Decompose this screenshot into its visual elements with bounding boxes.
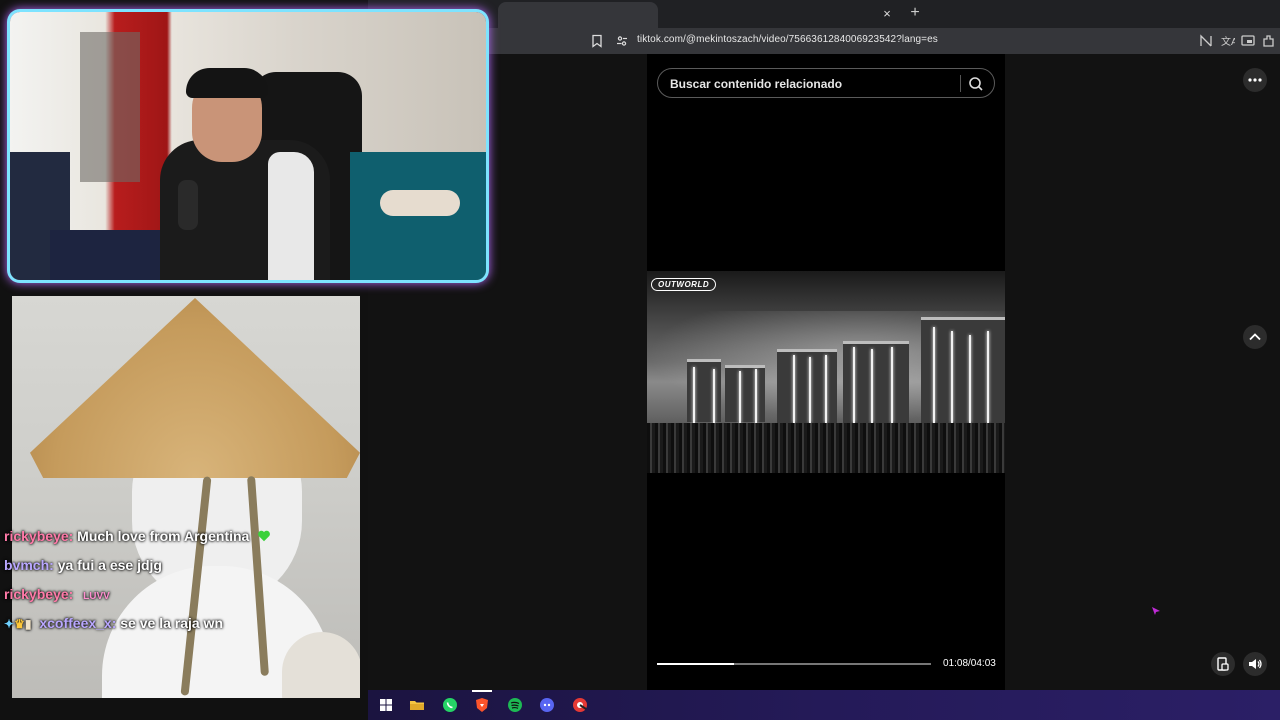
chat-text: Much love from Argentina <box>77 528 250 544</box>
green-heart-icon <box>258 530 271 542</box>
browser-window: × + tiktok.com/@mekintoszach/video/75663… <box>368 0 1280 690</box>
chat-message: rickybeye: LUVV <box>4 582 344 611</box>
luvv-emote-icon: LUVV <box>83 591 110 602</box>
address-bar: tiktok.com/@mekintoszach/video/756636128… <box>368 28 1280 54</box>
light-beam <box>693 367 695 423</box>
light-beam <box>969 335 971 423</box>
light-beam <box>853 347 855 423</box>
chrome-alt-icon[interactable] <box>570 695 590 715</box>
sword-badge-icon: ✦ <box>4 617 15 631</box>
light-beam <box>891 347 893 423</box>
streamer-hair <box>186 68 268 98</box>
light-beam <box>825 355 827 423</box>
tab-bar: × + <box>368 0 1280 28</box>
light-beam <box>713 369 715 423</box>
bed <box>350 152 486 280</box>
stage-tower <box>777 349 837 424</box>
light-beam <box>809 357 811 423</box>
light-beam <box>739 371 741 423</box>
reader-mode-icon[interactable] <box>1198 33 1214 49</box>
mouse-cursor-icon <box>1152 607 1160 615</box>
stage-tower <box>725 365 765 422</box>
volume-icon <box>1249 659 1262 669</box>
video-progress-bar[interactable] <box>657 663 931 665</box>
chat-username: rickybeye: <box>4 586 74 602</box>
site-settings-icon[interactable] <box>615 34 629 48</box>
taskbar <box>368 690 1280 720</box>
file-explorer-icon[interactable] <box>407 695 427 715</box>
webcam-overlay <box>10 12 486 280</box>
conical-hat <box>30 298 360 478</box>
search-icon[interactable] <box>966 74 986 94</box>
related-search-box <box>657 68 995 98</box>
chevron-up-icon <box>1249 333 1261 341</box>
bookmark-icon[interactable] <box>590 34 604 48</box>
chat-username: xcoffeex_x: <box>39 615 117 631</box>
outworld-logo: OUTWORLD <box>651 278 717 291</box>
tiktok-page: OUTWORLD 01:08/04:03 <box>368 54 1280 690</box>
chat-text: ya fui a ese jdjg <box>57 557 162 573</box>
svg-text:文A: 文A <box>1221 35 1235 48</box>
volume-button[interactable] <box>1243 652 1267 676</box>
extensions-icon[interactable] <box>1261 33 1277 49</box>
translate-icon[interactable]: 文A <box>1219 33 1235 49</box>
previous-video-button[interactable] <box>1243 325 1267 349</box>
active-app-indicator <box>472 690 492 692</box>
sleeping-cat <box>380 190 460 216</box>
cast-icon[interactable] <box>1240 33 1256 49</box>
chat-overlay: rickybeye: Much love from Argentina bvmc… <box>4 524 344 640</box>
bottle-badge-icon: ▮ <box>24 617 32 631</box>
light-beam <box>755 369 757 423</box>
floating-player-button[interactable] <box>1211 652 1235 676</box>
shelf <box>80 32 140 182</box>
active-tab[interactable] <box>498 2 658 28</box>
light-beam <box>871 349 873 423</box>
video-time: 01:08/04:03 <box>943 658 996 669</box>
discord-icon[interactable] <box>537 695 557 715</box>
chat-username: bvmch: <box>4 557 54 573</box>
more-dots-icon <box>1248 78 1262 82</box>
mug <box>282 632 360 698</box>
windows-start-icon[interactable] <box>376 695 396 715</box>
chat-username: rickybeye: <box>4 528 74 544</box>
spotify-icon[interactable] <box>505 695 525 715</box>
chat-badges: ✦♛▮ <box>4 612 31 636</box>
chat-text: se ve la raja wn <box>120 615 223 631</box>
light-beam <box>951 331 953 423</box>
new-tab-button[interactable]: + <box>905 3 925 23</box>
shirt-stripe <box>268 152 314 280</box>
video-progress-fill <box>657 663 734 665</box>
light-beam <box>933 327 935 423</box>
video-player[interactable]: OUTWORLD 01:08/04:03 <box>647 54 1005 690</box>
floating-player-icon <box>1217 657 1229 671</box>
related-search-input[interactable] <box>668 73 952 95</box>
light-beam <box>987 331 989 423</box>
light-beam <box>793 355 795 423</box>
url-text[interactable]: tiktok.com/@mekintoszach/video/756636128… <box>637 34 938 45</box>
crown-badge-icon: ♛ <box>14 617 25 631</box>
search-divider <box>960 75 961 92</box>
brave-browser-icon[interactable] <box>472 695 492 715</box>
chat-message: bvmch: ya fui a ese jdjg <box>4 553 344 582</box>
crowd <box>647 423 1005 473</box>
chat-message: ✦♛▮ xcoffeex_x: se ve la raja wn <box>4 611 344 640</box>
video-frame[interactable]: OUTWORLD <box>647 271 1005 473</box>
close-tab-button[interactable]: × <box>878 5 896 23</box>
whatsapp-icon[interactable] <box>440 695 460 715</box>
chat-message: rickybeye: Much love from Argentina <box>4 524 344 553</box>
more-options-button[interactable] <box>1243 68 1267 92</box>
microphone <box>178 180 198 230</box>
